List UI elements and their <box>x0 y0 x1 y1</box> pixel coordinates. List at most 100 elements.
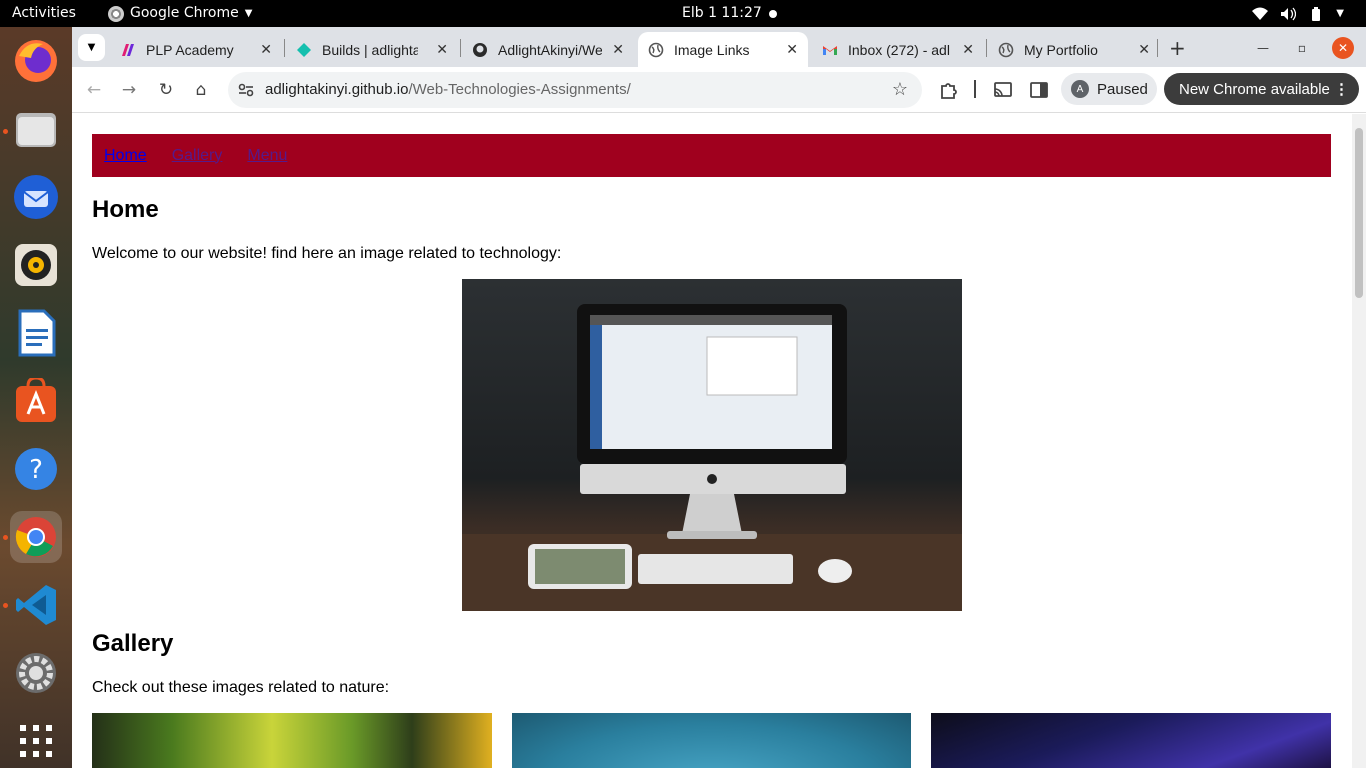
maximize-button[interactable]: ▫ <box>1291 37 1313 59</box>
dock-chrome[interactable] <box>10 511 62 563</box>
tab-separator <box>284 39 285 57</box>
tab-separator <box>460 39 461 57</box>
url-path: /Web-Technologies-Assignments/ <box>408 81 631 98</box>
rhythmbox-icon <box>15 244 57 286</box>
minimize-button[interactable]: — <box>1252 37 1274 59</box>
chevron-down-icon: ▼ <box>244 8 253 19</box>
nav-link-gallery[interactable]: Gallery <box>172 147 223 165</box>
reload-button[interactable]: ↻ <box>155 79 177 101</box>
gallery-image-palms[interactable] <box>931 713 1331 768</box>
dock-show-apps[interactable] <box>10 715 62 767</box>
browser-toolbar: ← → ↻ ⌂ adlightakinyi.github.io/Web-Tech… <box>72 67 1366 113</box>
home-heading: Home <box>92 196 159 223</box>
extensions-icon[interactable] <box>939 80 959 100</box>
cast-icon[interactable] <box>993 80 1013 100</box>
tab-gmail-inbox[interactable]: Inbox (272) - adlight ✕ <box>812 32 984 67</box>
dock-files[interactable] <box>10 103 62 155</box>
running-indicator <box>3 129 8 134</box>
site-nav-bar: Home Gallery Menu <box>92 134 1331 177</box>
close-icon[interactable]: ✕ <box>260 41 272 58</box>
home-button[interactable]: ⌂ <box>190 79 212 101</box>
tab-label: PLP Academy <box>146 41 234 58</box>
dock-firefox[interactable] <box>10 35 62 87</box>
wifi-icon <box>1252 7 1269 20</box>
files-icon <box>16 113 56 147</box>
chevron-down-icon: ▼ <box>1336 8 1344 19</box>
close-icon[interactable]: ✕ <box>786 41 798 58</box>
more-menu-icon[interactable]: ⋮ <box>1334 80 1349 98</box>
address-bar[interactable]: adlightakinyi.github.io/Web-Technologies… <box>228 72 922 108</box>
technology-image[interactable] <box>462 279 962 611</box>
volume-icon <box>1281 7 1297 20</box>
svg-text:?: ? <box>29 455 43 485</box>
window-close-button[interactable]: ✕ <box>1332 37 1354 59</box>
tab-github-repo[interactable]: AdlightAkinyi/Web ✕ <box>462 32 634 67</box>
page-viewport[interactable]: Home Gallery Menu Home Welcome to our we… <box>72 114 1366 768</box>
url-text: adlightakinyi.github.io/Web-Technologies… <box>265 81 631 98</box>
dock-writer[interactable] <box>10 307 62 359</box>
back-button[interactable]: ← <box>83 79 105 101</box>
tab-my-portfolio[interactable]: My Portfolio ✕ <box>988 32 1160 67</box>
dock-app-center[interactable] <box>10 375 62 427</box>
tab-separator <box>1157 39 1158 57</box>
home-intro-text: Welcome to our website! find here an ima… <box>92 245 562 262</box>
writer-icon <box>18 309 56 357</box>
close-icon[interactable]: ✕ <box>612 41 624 58</box>
gallery-intro-text: Check out these images related to nature… <box>92 679 390 696</box>
settings-icon <box>16 653 56 693</box>
site-info-icon[interactable] <box>236 80 256 100</box>
activities-button[interactable]: Activities <box>12 0 76 27</box>
bookmark-star-icon[interactable]: ☆ <box>892 79 908 100</box>
tab-label: Image Links <box>674 41 750 58</box>
app-menu-label: Google Chrome <box>130 5 239 21</box>
tab-builds[interactable]: Builds | adlightakinyi ✕ <box>286 32 458 67</box>
forward-button[interactable]: → <box>118 79 140 101</box>
gmail-favicon <box>823 45 837 55</box>
running-indicator <box>3 535 8 540</box>
profile-status: Paused <box>1097 80 1148 98</box>
update-chrome-button[interactable]: New Chrome available ⋮ <box>1164 73 1359 105</box>
new-tab-button[interactable]: + <box>1169 36 1186 60</box>
nav-link-home[interactable]: Home <box>104 147 147 165</box>
profile-button[interactable]: A Paused <box>1061 73 1157 105</box>
app-center-icon <box>16 378 56 422</box>
gallery-image-forest[interactable] <box>92 713 492 768</box>
close-icon[interactable]: ✕ <box>1138 41 1150 58</box>
tab-label: My Portfolio <box>1024 41 1098 58</box>
close-icon[interactable]: ✕ <box>436 41 448 58</box>
clock[interactable]: Elb 1 11:27 <box>682 0 762 27</box>
notification-dot <box>769 10 777 18</box>
tab-image-links[interactable]: Image Links ✕ <box>638 32 808 67</box>
github-favicon <box>473 42 487 57</box>
globe-icon <box>998 42 1014 57</box>
dock-rhythmbox[interactable] <box>10 239 62 291</box>
tab-separator <box>986 39 987 57</box>
gallery-image-sky[interactable] <box>512 713 911 768</box>
battery-icon <box>1312 6 1321 21</box>
tab-label: Builds | adlightakinyi <box>322 41 418 58</box>
gallery-heading: Gallery <box>92 630 174 657</box>
running-indicator <box>3 603 8 608</box>
show-apps-icon <box>20 725 52 757</box>
url-host: adlightakinyi.github.io <box>265 81 409 98</box>
app-menu[interactable]: Google Chrome ▼ <box>108 0 252 27</box>
system-top-bar: Activities Google Chrome ▼ Elb 1 11:27 ▼ <box>0 0 1366 27</box>
dock-vscode[interactable] <box>10 579 62 631</box>
page-scrollbar[interactable] <box>1352 114 1366 768</box>
system-tray[interactable]: ▼ <box>1252 0 1344 27</box>
vscode-icon <box>16 585 56 625</box>
tab-label: Inbox (272) - adlight <box>848 41 950 58</box>
dock-help[interactable]: ? <box>10 443 62 495</box>
dock-thunderbird[interactable] <box>10 171 62 223</box>
close-icon[interactable]: ✕ <box>962 41 974 58</box>
scrollbar-thumb[interactable] <box>1355 128 1363 298</box>
netlify-favicon <box>297 42 311 57</box>
nav-link-menu[interactable]: Menu <box>247 147 287 165</box>
side-panel-icon[interactable] <box>1029 80 1049 100</box>
tab-search-button[interactable]: ▼ <box>78 34 105 61</box>
tab-plp-academy[interactable]: PLP Academy ✕ <box>110 32 282 67</box>
globe-icon <box>648 42 664 57</box>
tab-strip: ▼ PLP Academy ✕ Builds | adlightakinyi ✕… <box>72 27 1366 67</box>
help-icon: ? <box>15 448 57 490</box>
dock-settings[interactable] <box>10 647 62 699</box>
